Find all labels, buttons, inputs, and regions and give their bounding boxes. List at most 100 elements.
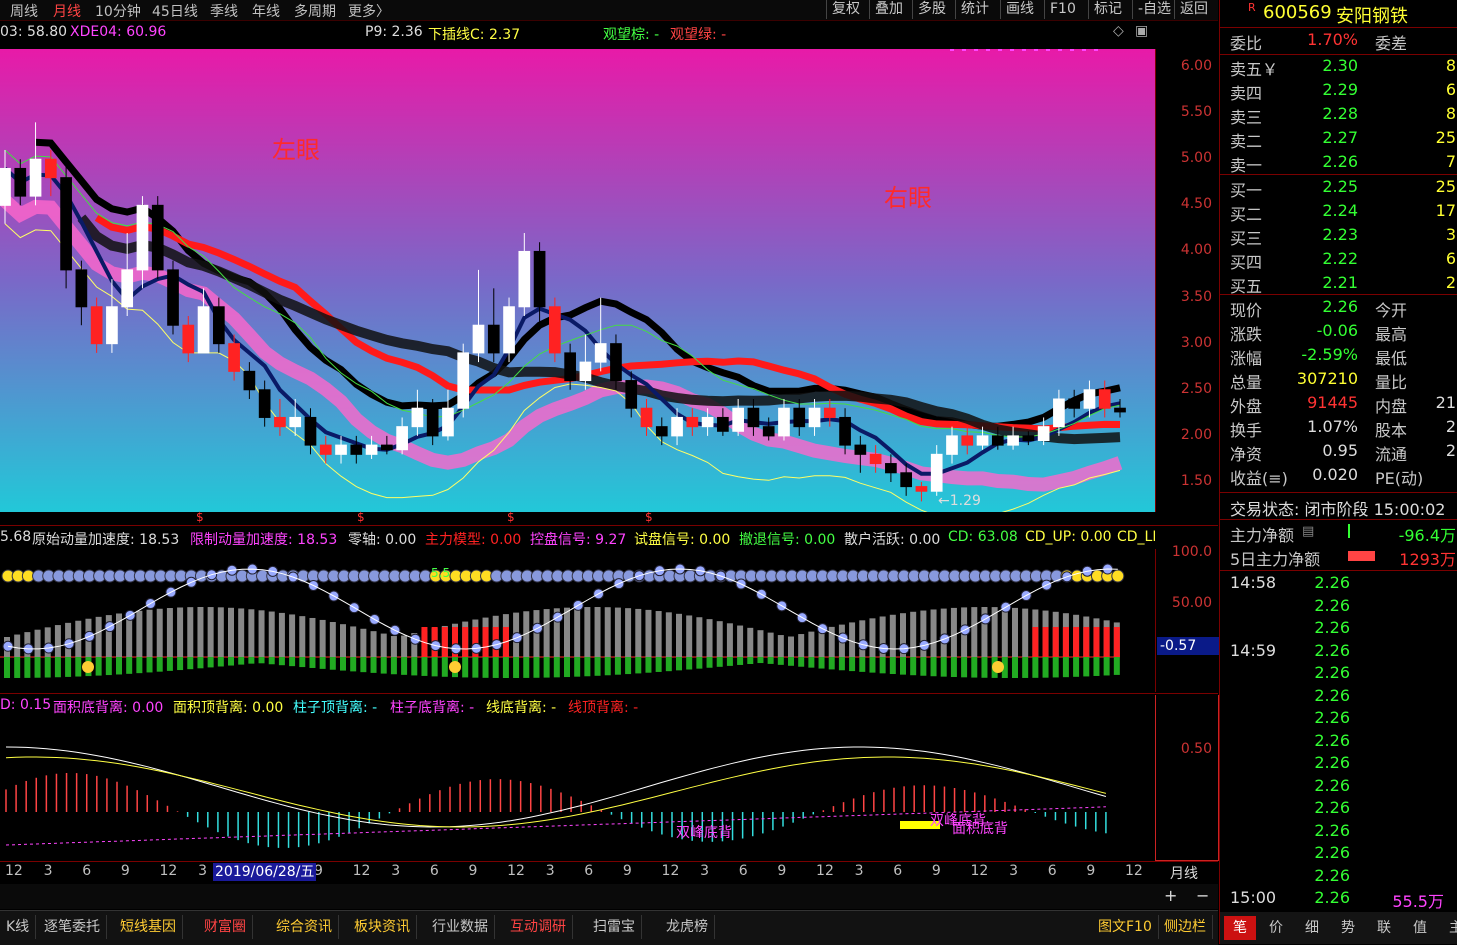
price-tick: 3.00	[1180, 334, 1212, 351]
period-tab[interactable]: 月线	[53, 1, 81, 21]
ask-level[interactable]: 卖三 2.28 8	[1220, 104, 1457, 127]
tick-row[interactable]: 2.26	[1220, 731, 1457, 753]
candle-body	[610, 343, 622, 382]
pane-divider[interactable]	[0, 693, 1218, 694]
tick-row[interactable]: 2.26	[1220, 798, 1457, 820]
diamond-icon[interactable]: ◇	[1113, 23, 1124, 39]
candle-body	[121, 269, 134, 308]
volume-bar	[665, 612, 672, 657]
green-bar	[217, 657, 224, 667]
bottom-tab[interactable]: 逐笔委托	[38, 915, 107, 939]
toolbar-button[interactable]: 叠加	[869, 0, 908, 19]
bid-level[interactable]: 买四 2.22 6	[1220, 249, 1457, 272]
bottom-tab[interactable]: 互动调研	[504, 915, 573, 939]
green-bar	[309, 657, 316, 668]
tick-price: 2.26	[1314, 618, 1350, 637]
candle-body	[839, 416, 851, 446]
period-tab[interactable]: 更多〉	[348, 1, 390, 21]
f10-button[interactable]: 图文F10	[1092, 915, 1159, 939]
ask-level[interactable]: 卖四 2.29 6	[1220, 80, 1457, 103]
weibi-value: 1.70%	[1307, 30, 1358, 49]
bottom-tab[interactable]: 扫雷宝	[587, 915, 642, 939]
period-tab[interactable]: 10分钟	[95, 1, 141, 21]
tick-row[interactable]: 14:58 2.26	[1220, 573, 1457, 595]
mid-header-7: 试盘信号: 0.00	[634, 532, 731, 548]
bottom-tab[interactable]: 综合资讯	[270, 915, 339, 939]
window-toggle-icon[interactable]: ▣	[1135, 23, 1148, 39]
quote-tab[interactable]: 笔	[1224, 916, 1256, 940]
quote-tab[interactable]: 联	[1368, 916, 1400, 940]
bottom-tab[interactable]: 板块资讯	[348, 915, 417, 939]
volume-bar	[889, 614, 896, 657]
tick-row[interactable]: 2.26	[1220, 776, 1457, 798]
period-tab[interactable]: 季线	[210, 1, 238, 21]
volume-bar	[390, 636, 397, 657]
period-tab[interactable]: 周线	[10, 1, 38, 21]
macd-chart[interactable]	[0, 717, 1155, 860]
volume-bar	[767, 632, 774, 657]
bid-level[interactable]: 买一 2.25 25	[1220, 177, 1457, 200]
zoom-out-button[interactable]: −	[1196, 886, 1209, 905]
tick-row[interactable]: 2.26	[1220, 866, 1457, 888]
ask-level[interactable]: 卖一 2.26 7	[1220, 152, 1457, 175]
toolbar-button[interactable]: -自选	[1132, 0, 1176, 19]
candle-body	[762, 426, 775, 437]
toolbar-button[interactable]: 标记	[1088, 0, 1127, 19]
volume-bar	[1012, 607, 1018, 657]
dollar-icon: $	[196, 510, 204, 524]
red-bar	[1093, 627, 1100, 657]
mid-header-10: CD: 63.08	[948, 529, 1018, 545]
momentum-indicator-chart[interactable]	[0, 549, 1155, 692]
green-bar	[299, 657, 306, 668]
info-icon[interactable]: ▤	[1302, 524, 1314, 539]
toolbar-button[interactable]: 多股	[912, 0, 951, 19]
green-bar	[543, 657, 550, 678]
tick-row[interactable]: 2.26	[1220, 618, 1457, 640]
bid-level[interactable]: 买五 2.21 2	[1220, 273, 1457, 296]
toolbar-button[interactable]: F10	[1044, 0, 1081, 19]
period-tab[interactable]: 多周期	[294, 1, 336, 21]
sidebar-button[interactable]: 侧边栏	[1158, 915, 1213, 939]
candlestick-chart[interactable]	[0, 49, 1155, 512]
zoom-in-button[interactable]: +	[1164, 886, 1177, 905]
quote-tab[interactable]: 势	[1332, 916, 1364, 940]
candle-body	[732, 407, 744, 432]
tick-row[interactable]: 2.26	[1220, 686, 1457, 708]
bottom-tab[interactable]: 财富圈	[198, 915, 253, 939]
bottom-tab[interactable]: 龙虎榜	[660, 915, 715, 939]
tick-row[interactable]: 15:00 2.26 55.5万	[1220, 888, 1457, 911]
period-tab[interactable]: 45日线	[152, 1, 198, 21]
quote-tab[interactable]: 价	[1260, 916, 1292, 940]
quote-tab[interactable]: 细	[1296, 916, 1328, 940]
red-bar	[1083, 627, 1090, 657]
tick-row[interactable]: 2.26	[1220, 596, 1457, 618]
tick-row[interactable]: 2.26	[1220, 843, 1457, 865]
toolbar-button[interactable]: 画线	[1000, 0, 1039, 19]
main-net5-value: 1293万	[1399, 550, 1456, 569]
candle-body	[167, 269, 179, 326]
ask-level[interactable]: 卖五￥ 2.30 8	[1220, 56, 1457, 79]
toolbar-button[interactable]: 复权	[826, 0, 865, 19]
period-tab[interactable]: 年线	[252, 1, 280, 21]
bottom-tab[interactable]: 行业数据	[426, 915, 495, 939]
green-bar	[513, 657, 520, 678]
volume-bar	[798, 634, 805, 657]
bid-level[interactable]: 买三 2.23 3	[1220, 225, 1457, 248]
tick-row[interactable]: 2.26	[1220, 753, 1457, 775]
pane-divider[interactable]	[0, 525, 1218, 526]
quote-tab[interactable]: 值	[1404, 916, 1436, 940]
tick-row[interactable]: 2.26	[1220, 708, 1457, 730]
quote-tab[interactable]: 主	[1440, 916, 1457, 940]
toolbar-button[interactable]: 返回	[1174, 0, 1213, 19]
bottom-tab[interactable]: K线	[0, 915, 37, 939]
ask-label: 卖二	[1230, 132, 1263, 151]
tick-row[interactable]: 14:59 2.26	[1220, 641, 1457, 663]
green-bar	[207, 657, 214, 668]
candle-body	[136, 204, 149, 271]
tick-row[interactable]: 2.26	[1220, 821, 1457, 843]
tick-row[interactable]: 2.26	[1220, 663, 1457, 685]
ask-level[interactable]: 卖二 2.27 25	[1220, 128, 1457, 151]
toolbar-button[interactable]: 统计	[955, 0, 994, 19]
bottom-tab[interactable]: 短线基因	[114, 915, 183, 939]
bid-level[interactable]: 买二 2.24 17	[1220, 201, 1457, 224]
